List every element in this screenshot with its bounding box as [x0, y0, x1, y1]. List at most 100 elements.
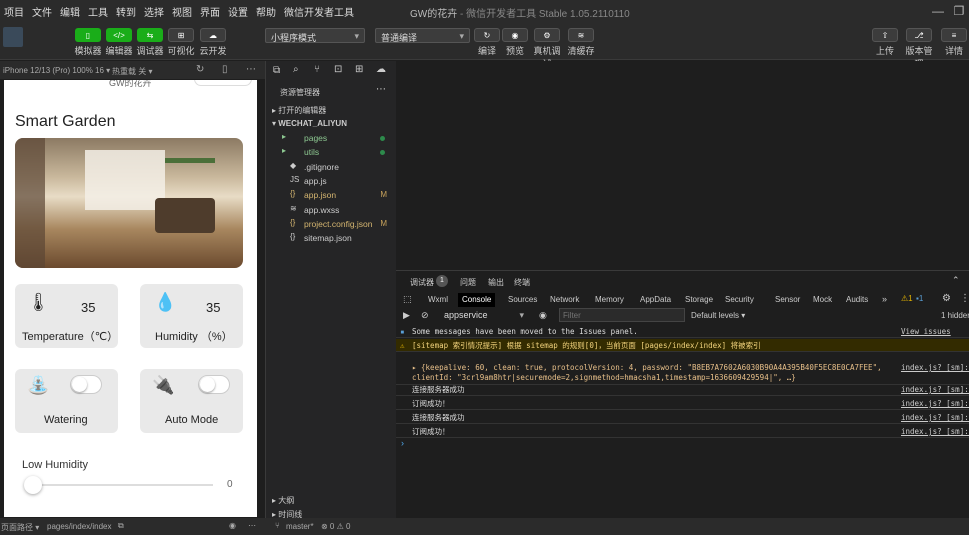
devtools-tab[interactable]: Audits [842, 293, 872, 307]
devtools-tab[interactable]: Sources [504, 293, 541, 307]
devtools-tab[interactable]: Console [458, 293, 496, 307]
minimize-icon[interactable]: — [930, 3, 946, 19]
capsule-button[interactable] [194, 80, 252, 86]
menu-item[interactable]: 文件 [28, 4, 56, 19]
devtools-tab[interactable]: Network [546, 293, 583, 307]
menu-item[interactable]: 编辑 [56, 4, 84, 19]
devtools-tab[interactable]: Memory [591, 293, 628, 307]
git-branch[interactable]: master* [286, 522, 314, 531]
devtools-tab[interactable]: Sensor [771, 293, 804, 307]
source-link[interactable]: index.js? [sm]:37 [901, 397, 969, 410]
details-button[interactable]: ≡ 详情 [941, 28, 967, 57]
more-icon[interactable]: ⋯ [246, 64, 256, 75]
compile-mode-select[interactable]: 普通编译 ▾ [375, 28, 470, 43]
phone-icon[interactable]: ▯ [222, 64, 228, 75]
compile-button[interactable]: ↻ 编译 [474, 28, 500, 57]
devtools-tab[interactable]: Mock [809, 293, 836, 307]
debugger-badge: 1 [436, 275, 448, 287]
watering-switch[interactable] [70, 375, 102, 394]
menu-item[interactable]: 界面 [196, 4, 224, 19]
tab-issues[interactable]: 问题 [460, 277, 476, 288]
visual-button[interactable]: ⊞ 可视化 [166, 28, 196, 57]
kebab-icon[interactable]: ⋮ [960, 293, 969, 304]
cloud-icon[interactable]: ☁ [376, 64, 386, 75]
menu-item[interactable]: 帮助 [252, 4, 280, 19]
copy-icon[interactable]: ⧉ [118, 521, 124, 531]
more-tabs-icon[interactable]: » [882, 294, 887, 304]
problems-count[interactable]: ⊗ 0 ⚠ 0 [321, 522, 350, 531]
eye-icon[interactable]: ◉ [539, 310, 547, 321]
plug-icon: 🔌 [152, 375, 175, 395]
filter-input[interactable] [559, 308, 685, 322]
upload-button[interactable]: ⇧ 上传 [872, 28, 898, 57]
menu-item[interactable]: 视图 [168, 4, 196, 19]
menu-item[interactable]: 转到 [112, 4, 140, 19]
clear-icon[interactable]: ⊘ [421, 310, 429, 321]
source-link[interactable]: index.js? [sm]:37 [901, 425, 969, 438]
rotate-icon[interactable]: ↻ [196, 64, 204, 75]
menu-item[interactable]: 选择 [140, 4, 168, 19]
devtools-tab[interactable]: Storage [681, 293, 717, 307]
git-icon[interactable]: ⑂ [314, 64, 320, 75]
prompt-icon[interactable]: › [401, 438, 404, 448]
debug-icon[interactable]: ⊡ [334, 64, 342, 75]
tab-output[interactable]: 输出 [488, 277, 504, 288]
tab-debugger[interactable]: 调试器 [410, 277, 434, 288]
warning-count[interactable]: ⚠1 [901, 294, 913, 303]
file-item[interactable]: {} app.json M [266, 188, 397, 202]
avatar[interactable] [3, 27, 23, 47]
console-message: Some messages have been moved to the Iss… [412, 327, 638, 336]
source-link[interactable]: index.js? [sm]:32 [901, 411, 969, 424]
simulator-button[interactable]: ▯ 模拟器 [73, 28, 103, 57]
more-icon[interactable]: ⋯ [248, 521, 256, 530]
device-select[interactable]: iPhone 12/13 (Pro) 100% 16 ▾ [3, 66, 110, 75]
cloud-button[interactable]: ☁ 云开发 [198, 28, 228, 57]
menu-item[interactable]: 微信开发者工具 [280, 4, 358, 19]
menu-item[interactable]: 项目 [0, 4, 28, 19]
file-name: app.js [304, 175, 327, 186]
file-item[interactable]: ▸ pages [266, 131, 397, 145]
file-item[interactable]: ▸ utils [266, 145, 397, 159]
file-item[interactable]: ≋ app.wxss [266, 203, 397, 217]
menu-item[interactable]: 设置 [224, 4, 252, 19]
slider-thumb[interactable] [24, 476, 42, 494]
hot-reload-select[interactable]: 热重载 关 ▾ [112, 66, 152, 77]
context-select[interactable]: appservice ▾ [439, 308, 529, 323]
source-link[interactable]: View issues [901, 325, 969, 338]
levels-select[interactable]: Default levels ▾ [691, 311, 745, 320]
extensions-icon[interactable]: ⊞ [355, 64, 363, 75]
more-icon[interactable]: ⋯ [376, 84, 386, 95]
page-path-label[interactable]: 页面路径 ▾ [1, 522, 39, 533]
source-link[interactable]: index.js? [sm]:32 [901, 383, 969, 396]
menu-item[interactable]: 工具 [84, 4, 112, 19]
source-link[interactable]: index.js? [sm]:21 [901, 363, 969, 373]
auto-mode-switch[interactable] [198, 375, 230, 394]
file-item[interactable]: {} project.config.json M [266, 217, 397, 231]
project-section[interactable]: ▾ WECHAT_ALIYUN [272, 119, 347, 128]
eye-icon[interactable]: ◉ [229, 521, 236, 530]
editor-button[interactable]: </> 编辑器 [104, 28, 134, 57]
file-item[interactable]: ◆ .gitignore [266, 160, 397, 174]
file-item[interactable]: JS app.js [266, 174, 397, 188]
mode-select[interactable]: 小程序模式 ▾ [265, 28, 365, 43]
devtools-tab[interactable]: AppData [636, 293, 675, 307]
devtools-tab[interactable]: Wxml [424, 293, 452, 307]
info-count[interactable]: ▪1 [916, 294, 923, 303]
tab-terminal[interactable]: 终端 [514, 277, 530, 288]
sidebar-toggle-icon[interactable]: ▶ [403, 310, 410, 321]
devtools-tab[interactable]: Security [721, 293, 758, 307]
debugger-button[interactable]: ⇆ 调试器 [135, 28, 165, 57]
file-name: pages [304, 133, 328, 143]
restore-icon[interactable]: ❐ [951, 3, 967, 19]
gear-icon[interactable]: ⚙ [942, 293, 951, 304]
slider-track[interactable] [30, 484, 213, 486]
preview-button[interactable]: ◉ 预览 [502, 28, 528, 57]
search-icon[interactable]: ⌕ [293, 64, 299, 75]
clear-cache-button[interactable]: ≋ 清缓存 [566, 28, 596, 57]
outline-section[interactable]: ▸ 大纲 [272, 495, 294, 506]
file-item[interactable]: {} sitemap.json [266, 231, 397, 245]
chevron-up-icon[interactable]: ⌃ [952, 275, 960, 286]
files-icon[interactable]: ⧉ [273, 65, 280, 76]
open-editors-section[interactable]: ▸ 打开的编辑器 [272, 105, 326, 116]
inspect-icon[interactable]: ⬚ [403, 294, 412, 305]
